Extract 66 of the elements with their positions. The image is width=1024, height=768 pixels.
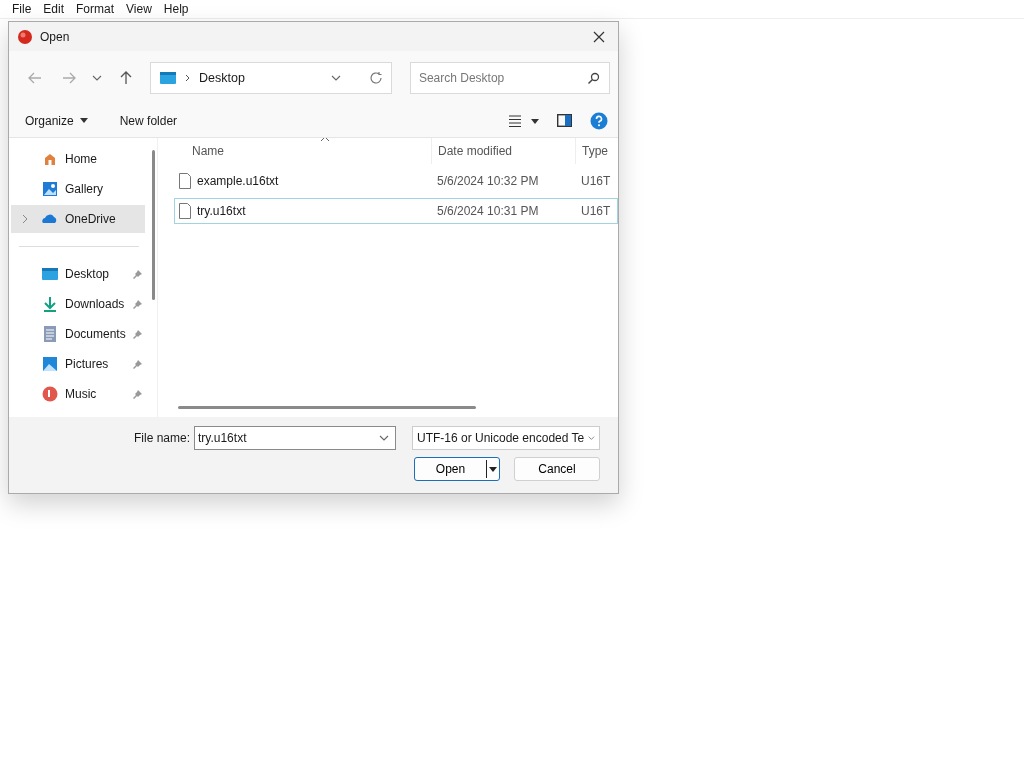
sidebar-item[interactable]: Home [11,145,145,173]
column-header[interactable]: Name [174,138,432,164]
search-icon[interactable] [587,71,600,85]
close-icon[interactable] [593,30,605,43]
desktop-icon [41,265,59,283]
desktop-icon [159,70,178,85]
pin-icon[interactable] [132,329,143,340]
document-icon [41,325,59,343]
app-icon [17,28,33,45]
sidebar-item[interactable]: Pictures [11,350,145,378]
gallery-icon [41,180,59,198]
sidebar-item[interactable]: Desktop [11,260,145,288]
up-icon[interactable] [120,70,133,85]
chevron-icon[interactable] [21,214,29,224]
pin-icon[interactable] [132,299,143,310]
menu-item[interactable]: File [6,2,38,16]
menu-item[interactable]: Edit [37,2,71,16]
file-type-dropdown[interactable]: UTF-16 or Unicode encoded Te [412,426,600,450]
menu-item[interactable]: Help [157,2,195,16]
chevron-icon [185,73,192,82]
file-name-label: File name: [133,431,190,445]
preview-pane-icon[interactable] [557,114,572,127]
date-cell-text: 5/6/2024 10:31 PM [436,204,540,218]
sidebar-item[interactable]: Documents [11,320,145,348]
date-cell-text: 5/6/2024 10:32 PM [436,174,540,188]
open-button[interactable]: Open [414,457,500,481]
dropdown-icon[interactable] [588,433,595,443]
file-name-field[interactable]: try.u16txt [194,426,396,450]
sidebar-item[interactable]: Gallery [11,175,145,203]
refresh-icon[interactable] [368,70,383,85]
scrollbar[interactable] [178,406,476,409]
cancel-button[interactable]: Cancel [514,457,600,481]
new-folder-button[interactable]: New folder [115,113,182,128]
caret-icon[interactable] [489,466,497,472]
download-icon [41,295,59,313]
breadcrumb[interactable]: Desktop [199,70,323,85]
window-title: Open [40,29,71,44]
pin-icon[interactable] [132,389,143,400]
help-icon[interactable] [590,111,608,130]
type-cell-text: U16T [580,204,612,218]
search-field[interactable]: Search Desktop [409,61,610,94]
pin-icon[interactable] [132,269,143,280]
caret-icon[interactable] [79,118,88,123]
menu-item[interactable]: View [120,2,158,16]
address-bar[interactable]: Desktop [150,61,392,94]
sidebar-item[interactable]: OneDrive [11,205,145,233]
organize-button[interactable]: Organize [21,113,92,128]
file-row[interactable]: try.u16txt 5/6/2024 10:31 PM U16T [174,198,618,224]
column-header[interactable]: Date modified [432,138,576,164]
scrollbar[interactable] [152,150,155,300]
view-options-icon[interactable] [509,114,539,127]
type-cell-text: U16T [580,174,612,188]
sidebar-item[interactable]: Downloads [11,290,145,318]
back-icon[interactable] [27,71,42,84]
dropdown-icon[interactable] [379,433,389,443]
file-name: example.u16txt [197,174,279,188]
file-row[interactable]: example.u16txt 5/6/2024 10:32 PM U16T [174,168,618,194]
pictures-icon [41,355,59,373]
file-name: try.u16txt [197,204,246,218]
sidebar-item[interactable]: Music [11,380,145,408]
column-header[interactable]: Type [576,138,616,164]
forward-icon[interactable] [61,71,76,84]
menu-item[interactable]: Format [70,2,121,16]
file-icon [179,203,191,219]
pin-icon[interactable] [132,359,143,370]
file-icon [179,173,191,189]
